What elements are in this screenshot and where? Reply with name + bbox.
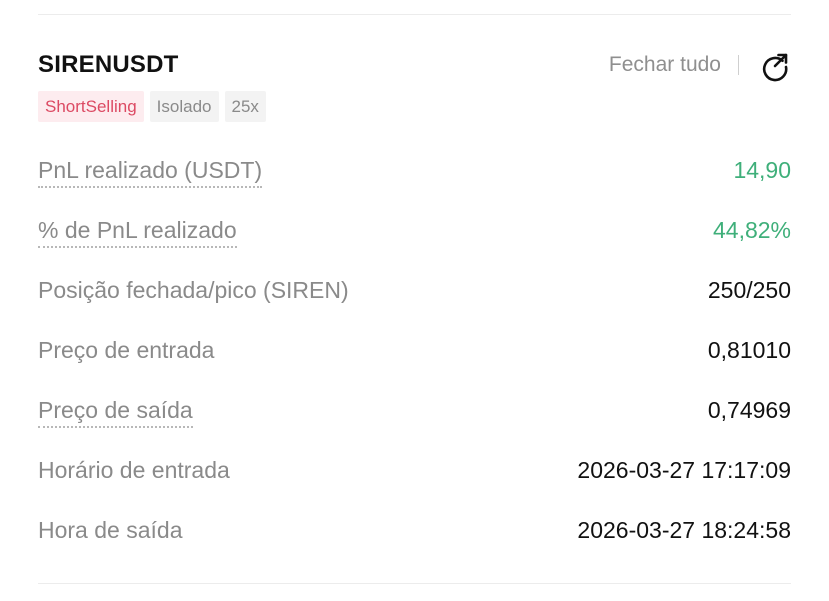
realized-pnl-label[interactable]: PnL realizado (USDT) [38,154,263,188]
exit-time-label: Hora de saída [38,517,183,543]
tag-shortselling: ShortSelling [38,91,144,122]
tag-leverage: 25x [224,91,266,122]
entry-time-value: 2026-03-27 17:17:09 [577,457,791,483]
position-details: PnL realizado (USDT) 14,90 % de PnL real… [38,150,791,570]
row-entry-time: Horário de entrada 2026-03-27 17:17:09 [38,450,791,510]
symbol-title: SIRENUSDT [38,51,179,78]
share-arrow-icon [762,53,788,82]
tag-margin-mode: Isolado [149,91,219,122]
exit-time-value: 2026-03-27 18:24:58 [577,517,791,543]
tag-list: ShortSelling Isolado 25x [38,91,266,122]
exit-price-label[interactable]: Preço de saída [38,394,193,428]
entry-price-value: 0,81010 [707,337,791,363]
row-realized-pnl-percent: % de PnL realizado 44,82% [38,210,791,270]
realized-pnl-percent-label[interactable]: % de PnL realizado [38,214,237,248]
closed-position-label: Posição fechada/pico (SIREN) [38,277,349,303]
position-header: SIRENUSDT Fechar tudo [38,46,791,86]
row-closed-position: Posição fechada/pico (SIREN) 250/250 [38,270,791,330]
closed-position-value: 250/250 [707,277,791,303]
close-all-button[interactable]: Fechar tudo [609,53,721,77]
top-divider [38,14,791,15]
row-exit-price: Preço de saída 0,74969 [38,390,791,450]
realized-pnl-percent-value: 44,82% [712,217,791,243]
row-realized-pnl: PnL realizado (USDT) 14,90 [38,150,791,210]
row-entry-price: Preço de entrada 0,81010 [38,330,791,390]
bottom-divider [38,583,791,584]
entry-time-label: Horário de entrada [38,457,230,483]
share-button[interactable] [759,50,791,82]
row-exit-time: Hora de saída 2026-03-27 18:24:58 [38,510,791,570]
entry-price-label: Preço de entrada [38,337,215,363]
exit-price-value: 0,74969 [707,397,791,423]
realized-pnl-value: 14,90 [733,157,791,183]
header-separator [738,55,739,75]
